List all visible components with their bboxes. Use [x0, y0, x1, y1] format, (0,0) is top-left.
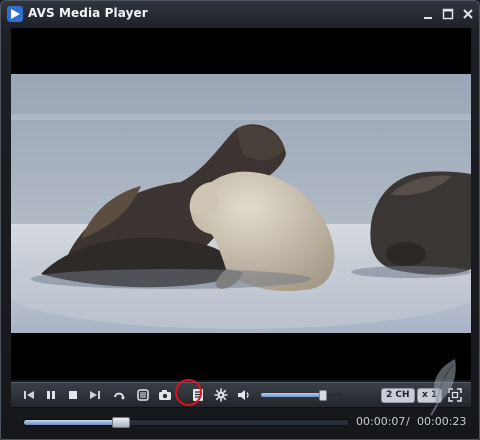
- next-icon[interactable]: [87, 387, 103, 403]
- volume-level-fill: [261, 393, 323, 397]
- minimize-icon[interactable]: [421, 7, 435, 21]
- maximize-icon[interactable]: [441, 7, 455, 21]
- seek-bar[interactable]: [23, 417, 349, 428]
- stop-icon[interactable]: [65, 387, 81, 403]
- video-display[interactable]: [11, 28, 471, 380]
- title-bar[interactable]: AVS Media Player: [1, 1, 479, 27]
- close-icon[interactable]: [461, 7, 475, 21]
- current-time: 00:00:07: [356, 415, 406, 428]
- audio-channels-badge[interactable]: 2 CH: [381, 388, 415, 403]
- volume-icon[interactable]: [236, 387, 252, 403]
- avs-logo-icon: [7, 6, 23, 22]
- window-title: AVS Media Player: [28, 6, 148, 20]
- snapshot-icon[interactable]: [157, 387, 173, 403]
- media-player-window: AVS Media Player 2 CH x 1 00:00:07 / 00:…: [0, 0, 480, 440]
- leaf-watermark-icon: [430, 359, 456, 416]
- volume-slider[interactable]: [261, 390, 343, 401]
- volume-slider-thumb[interactable]: [318, 390, 327, 401]
- time-separator: /: [406, 415, 410, 428]
- previous-icon[interactable]: [21, 387, 37, 403]
- video-frame-seals: [11, 74, 471, 333]
- control-bar: 2 CH x 1: [11, 382, 471, 408]
- playlist-icon[interactable]: [135, 387, 151, 403]
- seek-slider-thumb[interactable]: [112, 417, 131, 428]
- highlight-circle-annotation: [175, 379, 202, 406]
- repeat-icon[interactable]: [111, 387, 127, 403]
- seek-progress-fill: [24, 420, 122, 425]
- settings-icon[interactable]: [213, 387, 229, 403]
- pause-icon[interactable]: [43, 387, 59, 403]
